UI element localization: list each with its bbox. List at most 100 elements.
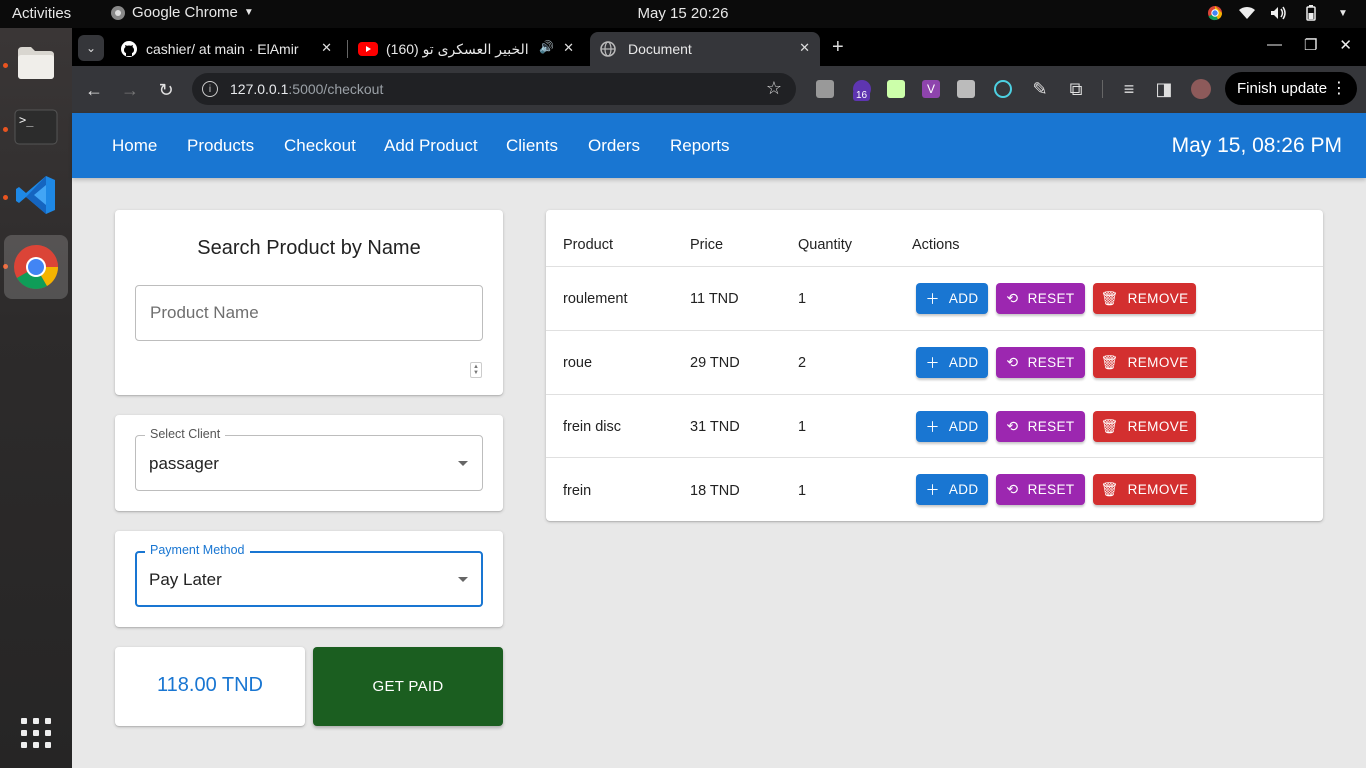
tab-title: cashier/ at main · ElAmir <box>146 41 299 57</box>
remove-button[interactable]: 🗑 REMOVE <box>1093 283 1196 314</box>
remove-button[interactable]: 🗑 REMOVE <box>1093 411 1196 442</box>
tab-search-button[interactable]: ⌄ <box>78 35 104 61</box>
files-app-icon[interactable] <box>4 31 68 95</box>
youtube-icon <box>358 42 378 56</box>
extension-icon[interactable] <box>887 80 905 98</box>
plus-icon: ＋ <box>925 354 940 371</box>
nav-home[interactable]: Home <box>112 136 157 156</box>
divider <box>546 394 1323 395</box>
add-label: ADD <box>948 482 979 497</box>
reset-label: RESET <box>1027 291 1075 306</box>
chrome-window: ⌄ cashier/ at main · ElAmir ✕ (160) الخب… <box>72 28 1366 768</box>
total-amount: 118.00 TND <box>157 674 263 696</box>
activities-button[interactable]: Activities <box>12 5 71 22</box>
current-datetime: May 15, 08:26 PM <box>1171 134 1342 157</box>
add-button[interactable]: ＋ ADD <box>916 283 988 314</box>
nav-reports[interactable]: Reports <box>670 136 730 156</box>
volume-icon[interactable] <box>1270 4 1288 22</box>
payment-method-select[interactable]: Payment Method Pay Later <box>135 543 483 607</box>
site-info-icon[interactable]: i <box>202 81 218 97</box>
remove-label: REMOVE <box>1127 482 1189 497</box>
nav-orders[interactable]: Orders <box>588 136 640 156</box>
nav-products[interactable]: Products <box>187 136 254 156</box>
more-menu-icon[interactable]: ⋮ <box>1331 78 1347 98</box>
bookmark-star-icon[interactable]: ☆ <box>766 78 782 99</box>
reset-label: RESET <box>1027 419 1075 434</box>
chrome-tray-icon[interactable] <box>1206 4 1224 22</box>
nav-checkout[interactable]: Checkout <box>284 136 356 156</box>
client-select-value: passager <box>149 454 219 473</box>
tab-youtube[interactable]: (160) الخبير العسكرى تو 🔊 ✕ <box>348 32 584 66</box>
number-spinner[interactable]: ▲ ▼ <box>470 362 482 378</box>
get-paid-button[interactable]: GET PAID <box>313 647 503 726</box>
tab-github[interactable]: cashier/ at main · ElAmir ✕ <box>110 32 342 66</box>
close-tab-icon[interactable]: ✕ <box>799 40 810 56</box>
chrome-small-icon <box>111 5 125 20</box>
payment-method-label: Payment Method <box>145 543 250 557</box>
battery-icon[interactable] <box>1302 4 1320 22</box>
app-menu[interactable]: Google Chrome ▼ <box>110 4 254 21</box>
close-tab-icon[interactable]: ✕ <box>321 40 332 56</box>
terminal-app-icon[interactable]: >_ <box>4 95 68 159</box>
remove-button[interactable]: 🗑 REMOVE <box>1093 474 1196 505</box>
vscode-app-icon[interactable] <box>4 163 68 227</box>
show-apps-grid-icon[interactable] <box>4 701 68 765</box>
cell-quantity: 1 <box>798 291 807 307</box>
trash-icon: 🗑 <box>1100 418 1119 434</box>
product-name-field[interactable] <box>135 285 483 341</box>
remove-button[interactable]: 🗑 REMOVE <box>1093 347 1196 378</box>
nav-clients[interactable]: Clients <box>506 136 558 156</box>
extensions-puzzle-icon[interactable]: ⧉ <box>1064 77 1088 101</box>
nav-add-product[interactable]: Add Product <box>384 136 478 156</box>
close-window-icon[interactable]: ✕ <box>1339 36 1352 54</box>
extension-icon[interactable]: V <box>922 80 940 98</box>
extension-icon[interactable] <box>994 80 1012 98</box>
cell-product: frein <box>563 483 592 499</box>
reload-icon[interactable]: ↻ <box>154 78 178 102</box>
cell-product: roue <box>563 355 593 371</box>
power-menu-icon[interactable]: ▼ <box>1334 4 1352 22</box>
address-bar[interactable]: i 127.0.0.1:5000/checkout ☆ <box>192 73 796 105</box>
media-controls-icon[interactable]: ≡ <box>1117 77 1141 101</box>
side-panel-icon[interactable]: ◨ <box>1152 77 1176 101</box>
reset-button[interactable]: ⟲ RESET <box>996 474 1085 505</box>
chrome-app-icon[interactable] <box>4 235 68 299</box>
minimize-icon[interactable]: — <box>1267 36 1282 54</box>
extension-icon[interactable] <box>816 80 834 98</box>
system-clock[interactable]: May 15 20:26 <box>638 5 729 22</box>
audio-playing-icon[interactable]: 🔊 <box>539 40 554 54</box>
new-tab-button[interactable]: + <box>832 36 844 59</box>
wifi-icon[interactable] <box>1238 4 1256 22</box>
add-button[interactable]: ＋ ADD <box>916 411 988 442</box>
reset-label: RESET <box>1027 355 1075 370</box>
cell-product: roulement <box>563 291 628 307</box>
finish-update-button[interactable]: Finish update ⋮ <box>1225 72 1357 105</box>
maximize-icon[interactable]: ❐ <box>1304 36 1317 54</box>
add-button[interactable]: ＋ ADD <box>916 474 988 505</box>
reset-button[interactable]: ⟲ RESET <box>996 411 1085 442</box>
add-button[interactable]: ＋ ADD <box>916 347 988 378</box>
extension-icon[interactable] <box>957 80 975 98</box>
client-select[interactable]: Select Client passager <box>135 427 483 491</box>
tab-title: Document <box>628 41 692 57</box>
add-label: ADD <box>948 419 979 434</box>
cell-price: 29 TND <box>690 355 740 371</box>
tab-document[interactable]: Document ✕ <box>590 32 820 66</box>
client-select-card: Select Client passager <box>115 415 503 511</box>
reset-button[interactable]: ⟲ RESET <box>996 283 1085 314</box>
product-name-input[interactable] <box>136 286 482 340</box>
plus-icon: ＋ <box>925 481 940 498</box>
reset-button[interactable]: ⟲ RESET <box>996 347 1085 378</box>
back-icon[interactable]: ← <box>82 78 106 102</box>
search-title: Search Product by Name <box>197 237 421 259</box>
close-tab-icon[interactable]: ✕ <box>563 40 574 56</box>
system-tray[interactable]: ▼ <box>1206 4 1352 22</box>
add-label: ADD <box>948 291 979 306</box>
column-header-quantity: Quantity <box>798 237 852 253</box>
extension-badge: 16 <box>853 90 871 101</box>
profile-avatar[interactable] <box>1191 79 1211 99</box>
cell-price: 18 TND <box>690 483 740 499</box>
payment-method-card: Payment Method Pay Later <box>115 531 503 627</box>
eyedropper-icon[interactable]: ✎ <box>1028 77 1052 101</box>
forward-icon[interactable]: → <box>118 78 142 102</box>
